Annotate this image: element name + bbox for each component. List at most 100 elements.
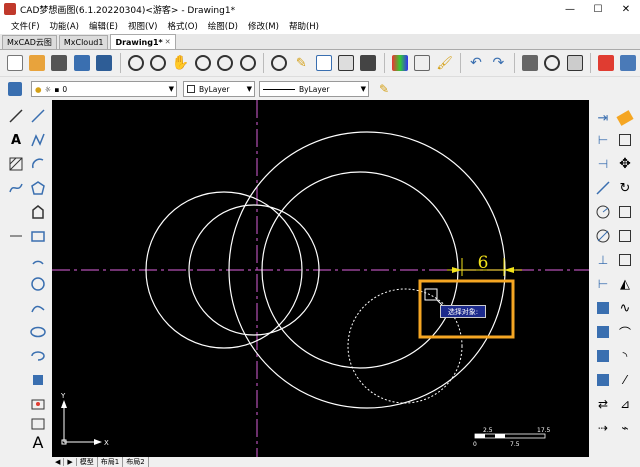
dim-diameter-icon[interactable] [593,226,613,246]
array-icon[interactable] [593,298,613,318]
hatch-icon[interactable] [6,154,26,174]
dim-ordinate-icon[interactable]: ⊥ [593,250,613,270]
wave-icon[interactable]: ∿ [615,298,635,318]
menu-function[interactable]: 功能(A) [45,20,84,32]
trim-icon[interactable]: ⁄ [615,370,635,390]
layer-manager-icon[interactable] [6,78,24,100]
next-layout-button[interactable]: ▶ [64,458,77,466]
lengthen-icon[interactable]: ⊿ [615,394,635,414]
save-icon[interactable] [71,52,92,74]
fillet-icon[interactable]: ◝ [615,346,635,366]
line-icon[interactable] [6,106,26,126]
menu-draw[interactable]: 绘图(D) [203,20,243,32]
rotate-icon[interactable]: ↻ [615,178,635,198]
tab-drawing1[interactable]: Drawing1* ✕ [110,34,176,49]
tab-layout1[interactable]: 布局1 [98,457,124,467]
minimize-button[interactable]: — [556,0,584,18]
break-icon[interactable]: ⌒ [615,322,635,342]
circle-icon[interactable] [28,274,48,294]
region-icon[interactable] [28,202,48,222]
mirror-icon[interactable]: ◭ [615,274,635,294]
scale-icon[interactable] [615,202,635,222]
pan-hand-icon[interactable]: ✋ [170,52,191,74]
dimension-icon[interactable] [6,226,26,246]
explode-icon[interactable] [593,322,613,342]
new-file-icon[interactable] [4,52,25,74]
align-icon[interactable]: ⇢ [593,418,613,438]
polygon-icon[interactable] [28,178,48,198]
draw-pencil-icon[interactable]: ✎ [291,52,312,74]
rectangle-icon[interactable] [28,226,48,246]
insert-block-icon[interactable] [28,394,48,414]
block-icon[interactable] [28,370,48,390]
drawing-canvas[interactable]: 6 Y X 2.5 17.5 0 7.5 选择对象: [52,100,589,457]
menu-modify[interactable]: 修改(M) [243,20,284,32]
circle-arc-icon[interactable] [28,250,48,270]
spline-icon[interactable] [6,178,26,198]
maximize-button[interactable]: ☐ [584,0,612,18]
dim-aligned-icon[interactable]: ⊣ [593,154,613,174]
layer-select[interactable]: ● ☼ ▪ 0 ▼ [31,81,177,97]
prev-layout-button[interactable]: ◀ [52,458,65,466]
revcloud-icon[interactable] [28,298,48,318]
pdf-icon[interactable] [595,52,616,74]
tab-model[interactable]: 模型 [77,457,98,467]
zoom-previous-icon[interactable] [268,52,289,74]
ellipse-icon[interactable] [28,322,48,342]
ellipse-arc-icon[interactable] [28,346,48,366]
join-icon[interactable] [593,346,613,366]
eraser-icon[interactable] [615,108,635,128]
linetype-select[interactable]: ByLayer ▼ [259,81,369,97]
menu-help[interactable]: 帮助(H) [284,20,324,32]
menu-format[interactable]: 格式(O) [162,20,202,32]
open-folder-icon[interactable] [26,52,47,74]
zoom-realtime-icon[interactable] [237,52,258,74]
print-icon[interactable] [519,52,540,74]
tab-layout2[interactable]: 布局2 [123,457,149,467]
menu-view[interactable]: 视图(V) [123,20,162,32]
dim-linear-icon[interactable]: ⊢ [593,130,613,150]
cut-icon[interactable] [358,52,379,74]
single-text-icon[interactable]: A [28,432,48,452]
tab-mxcad-cloud[interactable]: MxCAD云图 [2,35,57,49]
tab-mxcloud1[interactable]: MxCloud1 [58,35,109,49]
chamfer-icon[interactable] [593,370,613,390]
menu-file[interactable]: 文件(F) [6,20,45,32]
point-icon[interactable] [28,414,48,434]
color-select[interactable]: ByLayer ▼ [183,81,255,97]
zoom-out-icon[interactable] [147,52,168,74]
text-mtext-icon[interactable]: A [6,130,26,150]
match-props-icon[interactable] [412,52,433,74]
brush-icon[interactable]: 🖌 [434,52,455,74]
redo-icon[interactable]: ↷ [488,52,509,74]
move-icon[interactable]: ✥ [615,154,635,174]
offset-icon[interactable] [615,226,635,246]
close-button[interactable]: ✕ [612,0,640,18]
tab-close-icon[interactable]: ✕ [165,38,171,46]
extend-icon[interactable]: ⇄ [593,394,613,414]
web-icon[interactable] [541,52,562,74]
more-icon[interactable] [618,52,639,74]
menu-edit[interactable]: 编辑(E) [84,20,123,32]
zoom-in-icon[interactable] [125,52,146,74]
ray-icon[interactable] [28,106,48,126]
dim-radius-icon[interactable] [593,202,613,222]
open-icon[interactable] [49,52,70,74]
pedit-icon[interactable]: ⌁ [615,418,635,438]
zoom-window-icon[interactable] [192,52,213,74]
stretch-icon[interactable] [615,250,635,270]
polyline-icon[interactable] [28,130,48,150]
pen-icon[interactable]: ✎ [373,78,395,100]
properties-icon[interactable] [313,52,334,74]
arc-icon[interactable] [28,154,48,174]
copy-icon[interactable] [389,52,410,74]
layer-icon[interactable] [335,52,356,74]
copy-obj-icon[interactable] [615,130,635,150]
erase-icon[interactable]: ⇥ [593,108,613,128]
zoom-extents-icon[interactable] [214,52,235,74]
grid-icon[interactable] [564,52,585,74]
dim-continue-icon[interactable]: ⊢ [593,274,613,294]
undo-icon[interactable]: ↶ [465,52,486,74]
save-as-icon[interactable] [94,52,115,74]
dim-angular-icon[interactable] [593,178,613,198]
